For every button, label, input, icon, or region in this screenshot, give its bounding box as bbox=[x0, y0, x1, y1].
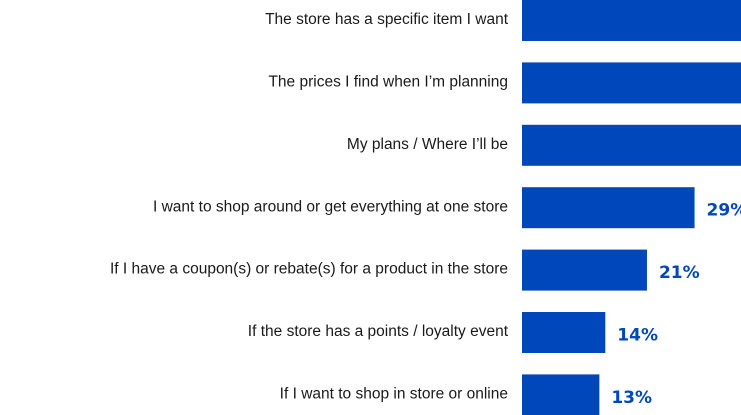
value-label: 13% bbox=[611, 388, 652, 408]
category-labels-group: The store has a specific item I want The … bbox=[110, 11, 509, 402]
bar bbox=[522, 374, 600, 415]
bar bbox=[522, 0, 741, 41]
category-label: The store has a specific item I want bbox=[265, 11, 509, 28]
bar bbox=[522, 187, 695, 229]
bar bbox=[522, 312, 606, 353]
value-label: 21% bbox=[659, 263, 700, 283]
value-label: 29% bbox=[707, 201, 741, 221]
value-label: 14% bbox=[617, 326, 658, 346]
horizontal-bar-chart: The store has a specific item I want The … bbox=[110, 0, 741, 415]
bar bbox=[522, 124, 741, 166]
category-label: I want to shop around or get everything … bbox=[153, 198, 508, 215]
category-label: If the store has a points / loyalty even… bbox=[248, 323, 509, 340]
category-label: If I want to shop in store or online bbox=[280, 385, 508, 402]
category-label: The prices I find when I’m planning bbox=[268, 73, 508, 90]
bar bbox=[522, 62, 741, 104]
bar bbox=[522, 249, 647, 291]
category-label: If I have a coupon(s) or rebate(s) for a… bbox=[110, 261, 508, 278]
category-label: My plans / Where I’ll be bbox=[347, 136, 508, 153]
